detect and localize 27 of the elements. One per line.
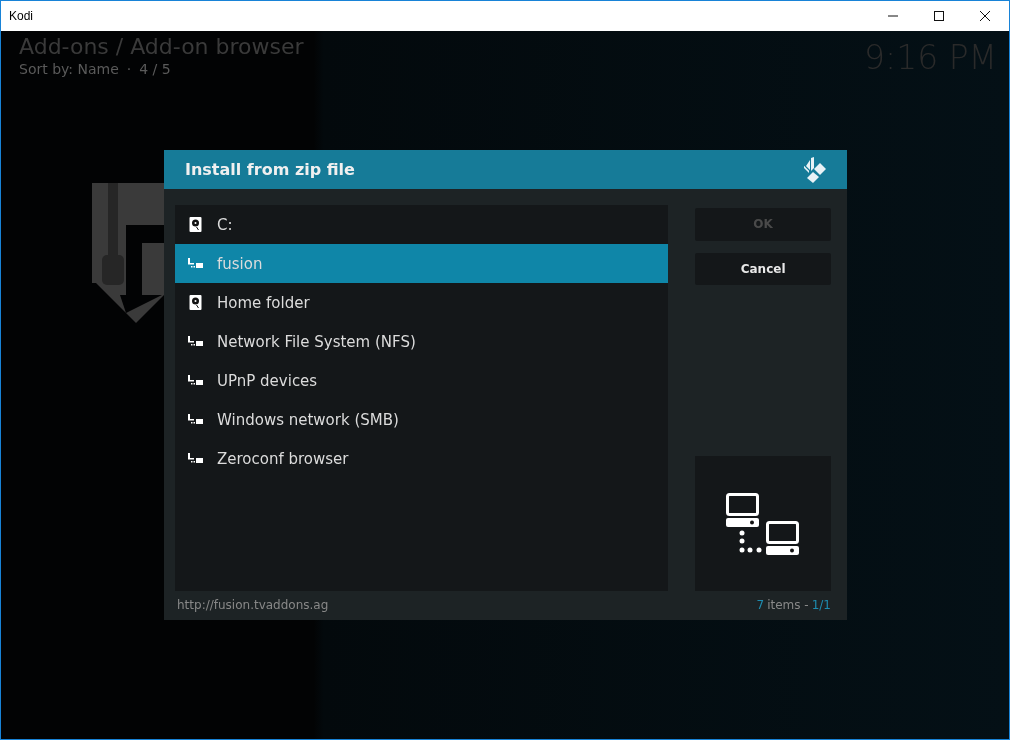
- separator-dot: ·: [126, 61, 132, 77]
- source-item[interactable]: Zeroconf browser: [175, 439, 669, 478]
- maximize-icon[interactable]: [933, 10, 945, 22]
- close-icon[interactable]: [979, 10, 991, 22]
- dialog-title: Install from zip file: [185, 160, 355, 179]
- hard-drive-icon: [188, 217, 203, 232]
- network-icon: [188, 336, 203, 347]
- network-icon: [188, 453, 203, 464]
- network-icon: [188, 375, 203, 386]
- dialog-button[interactable]: Cancel: [695, 252, 831, 286]
- sort-label: Sort by: Name: [19, 61, 119, 77]
- network-icon: [188, 414, 203, 425]
- source-item[interactable]: Windows network (SMB): [175, 400, 669, 439]
- path-text: http://fusion.tvaddons.ag: [177, 598, 329, 612]
- source-item[interactable]: Network File System (NFS): [175, 322, 669, 361]
- page-counter: 1/1: [811, 598, 831, 612]
- items-label: items -: [767, 598, 809, 612]
- source-item[interactable]: C:: [175, 205, 669, 244]
- network-icon: [726, 492, 801, 555]
- window-title: Kodi: [9, 9, 34, 23]
- network-icon: [188, 258, 203, 269]
- hard-drive-icon: [188, 295, 203, 310]
- position-counter: 4 / 5: [139, 61, 171, 77]
- source-item[interactable]: Home folder: [175, 283, 669, 322]
- source-item[interactable]: UPnP devices: [175, 361, 669, 400]
- item-count: 7: [756, 598, 765, 612]
- breadcrumb-title: Add-ons / Add-on browser: [19, 34, 304, 59]
